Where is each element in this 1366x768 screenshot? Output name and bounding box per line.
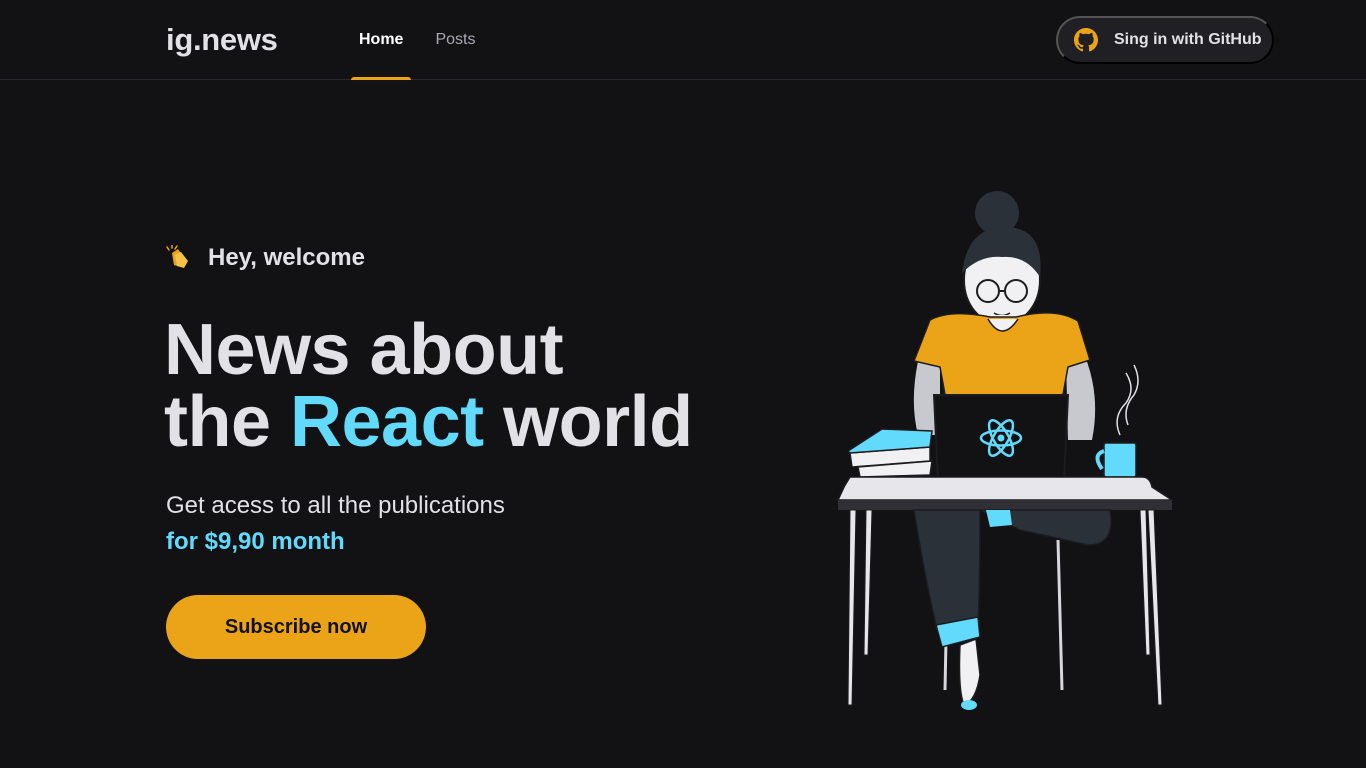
welcome-line: Hey, welcome xyxy=(166,244,365,272)
nav-link-home[interactable]: Home xyxy=(351,0,412,80)
nav-link-posts[interactable]: Posts xyxy=(427,0,483,80)
headline-line1: News about xyxy=(164,310,564,390)
subscribe-button[interactable]: Subscribe now xyxy=(166,595,426,659)
github-icon xyxy=(1074,28,1098,52)
description-text: Get acess to all the publications xyxy=(166,492,505,519)
top-header: ig.news Home Posts Sing in with GitHub xyxy=(0,0,1366,80)
description: Get acess to all the publications for $9… xyxy=(166,488,505,560)
headline: News about the React world xyxy=(164,314,693,458)
signin-github-button[interactable]: Sing in with GitHub xyxy=(1056,16,1274,64)
woman-at-desk-illustration xyxy=(836,191,1175,710)
price-text: for $9,90 month xyxy=(166,528,345,555)
headline-accent: React xyxy=(290,382,484,462)
welcome-text: Hey, welcome xyxy=(208,244,365,271)
clapping-hands-icon xyxy=(166,245,188,268)
headline-the: the xyxy=(164,382,271,462)
main-nav: Home Posts xyxy=(351,0,499,80)
headline-world: world xyxy=(503,382,693,462)
logo[interactable]: ig.news xyxy=(166,22,278,58)
signin-label: Sing in with GitHub xyxy=(1114,31,1262,48)
